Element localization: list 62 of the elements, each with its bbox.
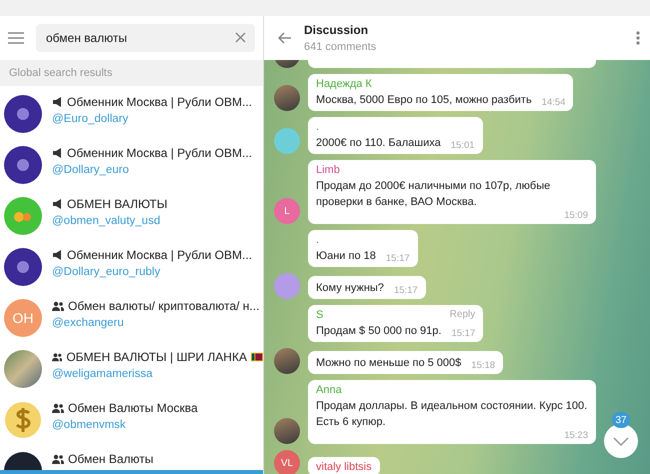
- message-text: Продам $ 50 000 по 91р.: [316, 324, 442, 339]
- back-arrow-icon[interactable]: [278, 32, 292, 44]
- message-time: 15:01: [450, 140, 475, 151]
- message-text: Кому нужны?: [316, 281, 384, 296]
- message-time: 15:09: [564, 210, 588, 221]
- people-icon: [52, 403, 64, 413]
- people-icon: [52, 352, 62, 362]
- message-text: Можно по меньше по 5 000$: [316, 356, 462, 371]
- megaphone-icon: [52, 250, 63, 260]
- logo-avatar: [4, 94, 42, 132]
- chat-title[interactable]: Обменник Москва | Рубли ОВМ...: [67, 95, 252, 109]
- initials-avatar: L: [274, 198, 300, 224]
- chevron-down-icon: [613, 436, 629, 446]
- message-time: 14:54: [542, 97, 566, 108]
- comment-count: 641 comments: [304, 41, 378, 53]
- photo-placeholder: [274, 348, 300, 374]
- sender-name: S: [316, 309, 324, 321]
- chat-title[interactable]: Обмен Валюты: [68, 452, 154, 466]
- message-text: Продам до 2000€ наличными по 107р, любые проверки в банке, ВАО Москва.: [316, 179, 552, 210]
- section-header: Global search results: [0, 60, 263, 86]
- message-text: Юани по 18: [316, 249, 376, 264]
- people-icon: [52, 454, 64, 464]
- logo-avatar: [4, 196, 42, 234]
- sender-name: .: [316, 234, 320, 246]
- search-field[interactable]: обмен валюты: [36, 24, 255, 52]
- message-time: 15:18: [471, 360, 496, 371]
- logo-avatar: [4, 146, 42, 184]
- message-text: Москва, 5000 Евро по 105, можно разбить: [316, 93, 532, 108]
- initials-avatar: VL: [274, 450, 300, 474]
- sender-name: Limb: [316, 164, 340, 176]
- logo-avatar: [4, 248, 42, 286]
- chat-title[interactable]: Обменник Москва | Рубли ОВМ...: [67, 146, 252, 160]
- scroll-down-button[interactable]: [604, 424, 638, 458]
- unread-count: 37: [612, 412, 630, 428]
- initials-avatar: OH: [4, 298, 42, 336]
- megaphone-icon: [52, 97, 63, 107]
- message-text: Продам доллары. В идеальном состоянии. Курс 100. Есть 6 купюр.: [316, 399, 588, 430]
- people-icon: [52, 301, 64, 311]
- chat-title[interactable]: ОБМЕН ВАЛЮТЫ | ШРИ ЛАНКА: [66, 350, 247, 364]
- chat-title[interactable]: Обменник Москва | Рубли ОВМ...: [67, 248, 252, 262]
- message-text: 2000€ по 110. Балашиха: [316, 136, 441, 151]
- sender-name: Anna: [316, 384, 342, 396]
- chat-title[interactable]: Обмен Валюты Москва: [68, 401, 198, 415]
- chat-title: Discussion: [304, 23, 370, 37]
- sender-name: .: [316, 121, 320, 133]
- dollar-coin-icon: [4, 400, 42, 438]
- chat-title[interactable]: Обмен валюты/ криптовалюта/ н...: [68, 299, 260, 313]
- message-time: 15:17: [451, 328, 476, 339]
- megaphone-icon: [52, 148, 63, 158]
- close-icon[interactable]: [235, 32, 246, 43]
- message-time: 15:23: [564, 430, 588, 441]
- megaphone-icon: [52, 199, 63, 209]
- menu-icon[interactable]: [8, 32, 24, 44]
- photo-placeholder: [274, 418, 300, 444]
- photo-placeholder: [4, 350, 42, 388]
- message-time: 15:17: [386, 253, 410, 264]
- more-icon[interactable]: [636, 31, 640, 45]
- sender-name: Надежда К: [316, 78, 372, 90]
- photo-placeholder: [274, 85, 300, 111]
- message-time: 15:17: [394, 285, 418, 296]
- chat-title[interactable]: ОБМЕН ВАЛЮТЫ: [67, 197, 168, 211]
- sender-name: vitaly libtsis: [316, 461, 372, 473]
